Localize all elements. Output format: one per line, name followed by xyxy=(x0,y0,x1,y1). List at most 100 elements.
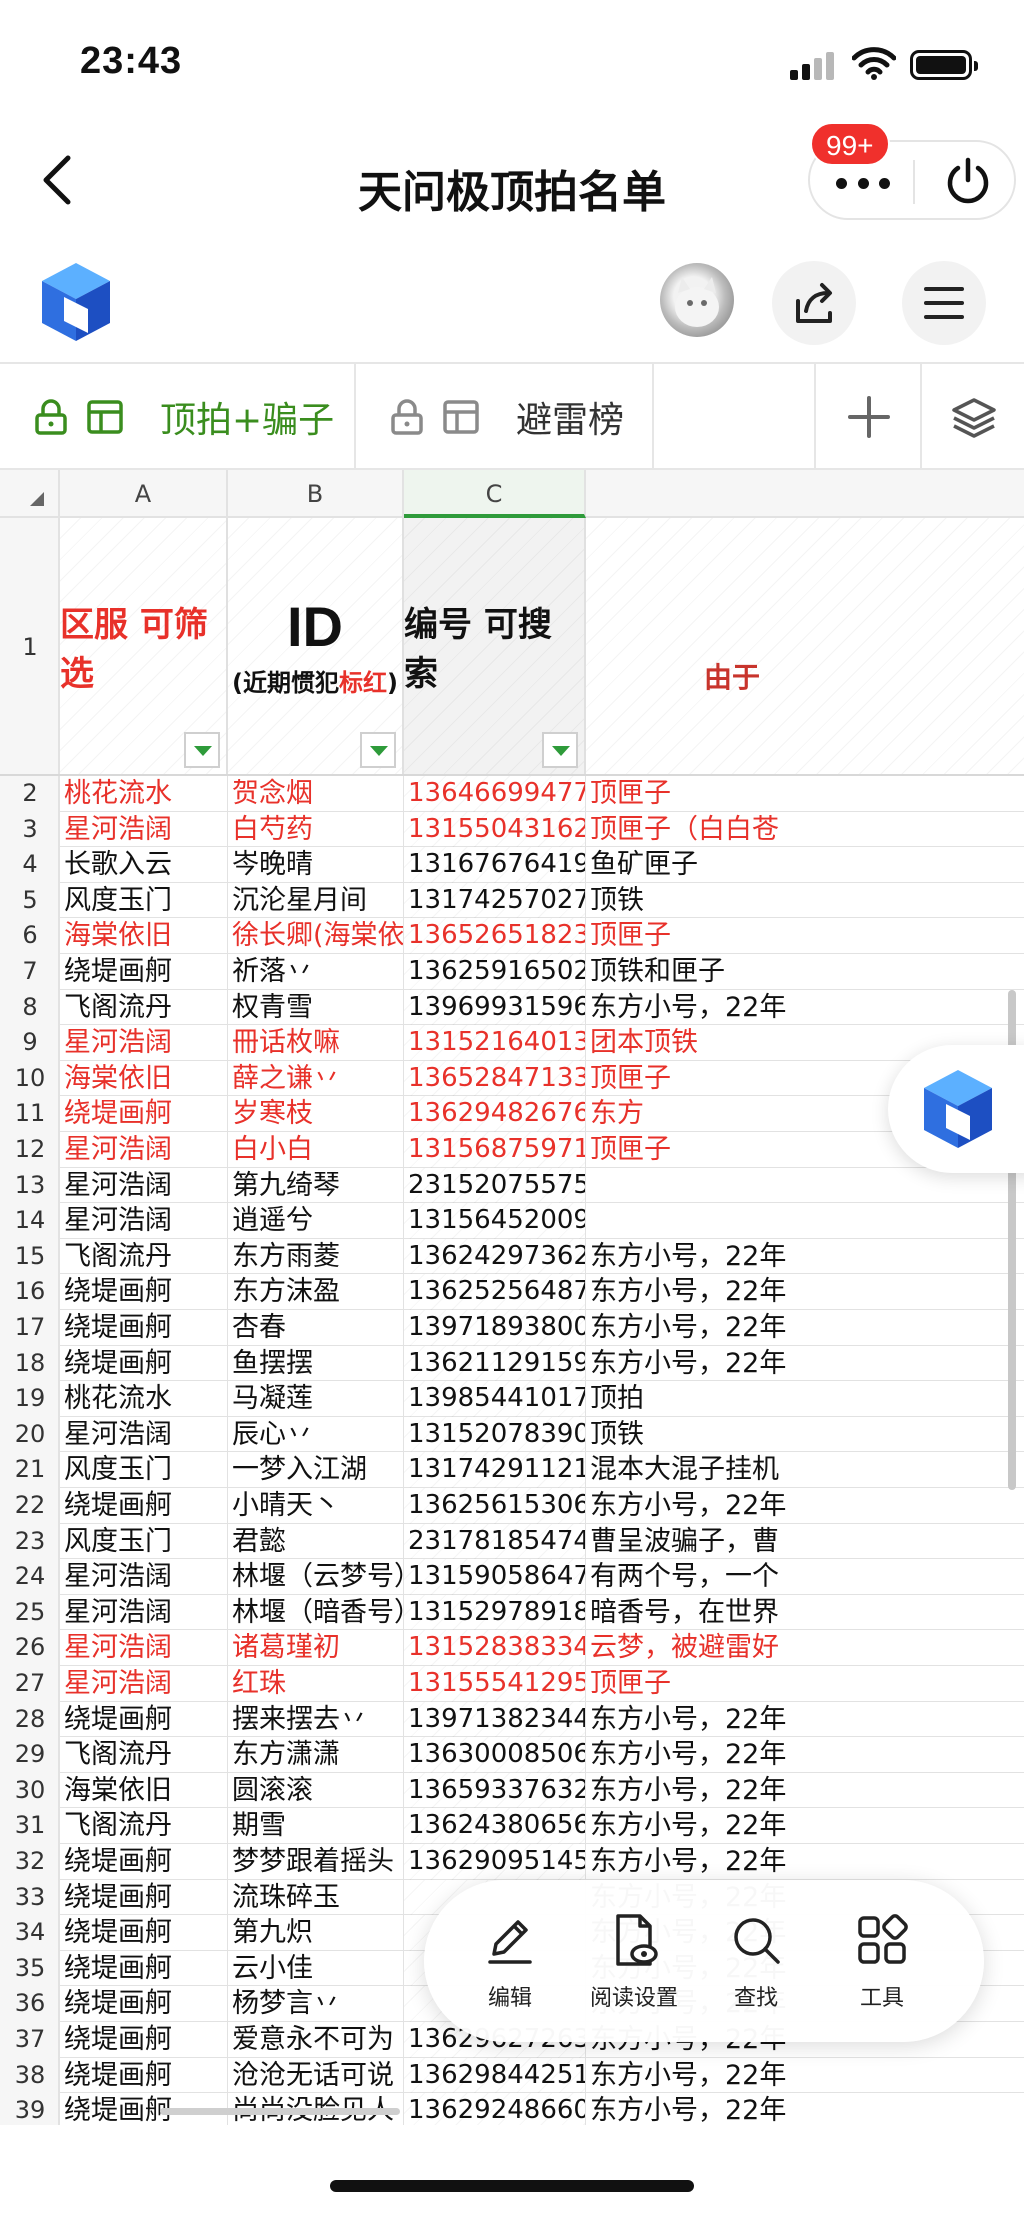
table-cell-code[interactable]: 23178185474 xyxy=(404,1523,586,1560)
table-cell-code[interactable]: 13646699477 xyxy=(404,776,586,812)
table-cell-id[interactable]: 白小白 xyxy=(228,1132,404,1168)
filter-dropdown-button[interactable] xyxy=(542,732,578,768)
row-number[interactable]: 36 xyxy=(0,1986,60,2022)
column-header-d[interactable] xyxy=(586,470,1024,518)
table-cell-region[interactable]: 星河浩阔 xyxy=(60,1167,228,1204)
table-cell-note[interactable]: 鱼矿匣子 xyxy=(586,847,1024,883)
table-cell-id[interactable]: 诸葛瑾初 xyxy=(228,1630,404,1666)
filter-dropdown-button[interactable] xyxy=(360,732,396,768)
table-cell-region[interactable]: 星河浩阔 xyxy=(60,1132,228,1168)
row-number[interactable]: 12 xyxy=(0,1132,60,1168)
table-cell-note[interactable] xyxy=(586,1203,1024,1239)
row-number[interactable]: 22 xyxy=(0,1488,60,1524)
table-cell-region[interactable]: 绕堤画舸 xyxy=(60,1986,228,2022)
row-number[interactable]: 27 xyxy=(0,1666,60,1702)
table-cell-note[interactable]: 东方小号，22年 xyxy=(586,2058,1024,2094)
table-cell-region[interactable]: 桃花流水 xyxy=(60,776,228,812)
table-cell-note[interactable]: 顶匣子 xyxy=(586,776,1024,812)
table-cell-region[interactable]: 绕堤画舸 xyxy=(60,1879,228,1916)
table-cell-region[interactable]: 风度玉门 xyxy=(60,882,228,919)
table-cell-note[interactable]: 顶匣子 xyxy=(586,1666,1024,1702)
table-cell-id[interactable]: 梦梦跟着摇头 xyxy=(228,1844,404,1880)
table-cell-code[interactable]: 13969931596 xyxy=(404,989,586,1026)
table-cell-region[interactable]: 海棠依旧 xyxy=(60,918,228,954)
table-cell-note[interactable]: 东方小号，22年 xyxy=(586,1310,1024,1346)
table-cell-id[interactable]: 岁寒枝 xyxy=(228,1096,404,1132)
table-cell-id[interactable]: 林堰（暗香号） xyxy=(228,1594,404,1631)
table-cell-code[interactable]: 13659337632 xyxy=(404,1772,586,1809)
table-cell-code[interactable]: 13629844251 xyxy=(404,2057,586,2094)
table-cell-code[interactable]: 13167676419 xyxy=(404,847,586,883)
table-cell-note[interactable]: 东方小号，22年 xyxy=(586,1274,1024,1310)
table-cell-region[interactable]: 绕堤画舸 xyxy=(60,1310,228,1346)
table-cell-region[interactable]: 海棠依旧 xyxy=(60,1772,228,1809)
table-cell-region[interactable]: 桃花流水 xyxy=(60,1381,228,1417)
table-cell-note[interactable]: 东方小号，22年 xyxy=(586,1737,1024,1773)
row-number[interactable]: 7 xyxy=(0,954,60,990)
row-number[interactable]: 17 xyxy=(0,1310,60,1346)
table-cell-note[interactable]: 云梦，被避雷好 xyxy=(586,1630,1024,1666)
header-cell-id[interactable]: ID (近期惯犯标红) xyxy=(228,518,404,774)
row-number[interactable]: 31 xyxy=(0,1808,60,1844)
row-number[interactable]: 11 xyxy=(0,1096,60,1132)
more-options-button[interactable] xyxy=(836,168,890,198)
table-cell-id[interactable]: 第九绮琴 xyxy=(228,1167,404,1204)
row-number[interactable]: 15 xyxy=(0,1239,60,1275)
table-cell-id[interactable]: 徐长卿(海棠依旧) xyxy=(228,918,404,954)
row-number[interactable]: 1 xyxy=(0,518,60,776)
table-cell-note[interactable]: 曹呈波骗子，曹 xyxy=(586,1524,1024,1560)
spreadsheet-grid[interactable]: A B C 1 2 3 4 5 6 7 8 9 10 11 12 13 14 15 16 17 18 19 20 21… xyxy=(0,470,1024,2125)
row-number[interactable]: 33 xyxy=(0,1880,60,1916)
table-cell-code[interactable]: 13652651823 xyxy=(404,918,586,954)
table-cell-code[interactable]: 13985441017 xyxy=(404,1381,586,1417)
table-cell-id[interactable]: 圆滚滚 xyxy=(228,1772,404,1809)
row-number[interactable]: 21 xyxy=(0,1452,60,1488)
table-cell-note[interactable]: 顶铁 xyxy=(586,883,1024,919)
table-cell-region[interactable]: 绕堤画舸 xyxy=(60,1096,228,1132)
table-cell-code[interactable]: 131521640137 xyxy=(404,1025,586,1061)
table-cell-code[interactable]: 13156452009 xyxy=(404,1203,586,1239)
table-cell-region[interactable]: 星河浩阔 xyxy=(60,1666,228,1702)
table-cell-code[interactable]: 13625256487 xyxy=(404,1274,586,1310)
table-cell-id[interactable]: 东方潇潇 xyxy=(228,1737,404,1773)
table-cell-region[interactable]: 星河浩阔 xyxy=(60,1203,228,1239)
table-cell-note[interactable]: 东方小号，22年 xyxy=(586,1702,1024,1738)
table-cell-id[interactable]: 红珠 xyxy=(228,1666,404,1702)
table-cell-region[interactable]: 海棠依旧 xyxy=(60,1060,228,1097)
row-number[interactable]: 20 xyxy=(0,1417,60,1453)
table-cell-code[interactable]: 13971382344 xyxy=(404,1701,586,1738)
table-cell-region[interactable]: 绕堤画舸 xyxy=(60,1701,228,1738)
table-cell-id[interactable]: 君懿 xyxy=(228,1523,404,1560)
select-all-corner[interactable] xyxy=(0,470,60,518)
menu-button[interactable] xyxy=(902,261,986,345)
table-cell-id[interactable]: 贺念烟 xyxy=(228,776,404,812)
table-cell-note[interactable]: 东方小号，22年 xyxy=(586,990,1024,1026)
table-cell-region[interactable]: 星河浩阔 xyxy=(60,811,228,848)
table-cell-note[interactable]: 顶拍 xyxy=(586,1381,1024,1417)
filter-dropdown-button[interactable] xyxy=(184,732,220,768)
table-cell-id[interactable]: 权青雪 xyxy=(228,989,404,1026)
row-number[interactable]: 25 xyxy=(0,1595,60,1631)
table-cell-code[interactable]: 13155541295 xyxy=(404,1666,586,1702)
row-number[interactable]: 28 xyxy=(0,1702,60,1738)
table-cell-code[interactable]: 13629095145 xyxy=(404,1844,586,1880)
table-cell-region[interactable]: 绕堤画舸 xyxy=(60,1915,228,1951)
table-cell-code[interactable]: 13624297362 xyxy=(404,1238,586,1275)
table-cell-id[interactable]: 沧沧无话可说 xyxy=(228,2057,404,2094)
table-cell-id[interactable]: 一梦入江湖 xyxy=(228,1452,404,1488)
table-cell-region[interactable]: 飞阁流丹 xyxy=(60,989,228,1026)
tools-button[interactable]: 工具 xyxy=(822,1910,942,2012)
table-cell-id[interactable]: 白芍药 xyxy=(228,811,404,848)
table-cell-note[interactable]: 有两个号，一个 xyxy=(586,1559,1024,1595)
table-cell-note[interactable]: 暗香号，在世界 xyxy=(586,1595,1024,1631)
row-number[interactable]: 10 xyxy=(0,1061,60,1097)
edit-button[interactable]: 编辑 xyxy=(450,1910,570,2012)
row-number[interactable]: 35 xyxy=(0,1951,60,1987)
table-cell-region[interactable]: 绕堤画舸 xyxy=(60,1844,228,1880)
table-cell-id[interactable]: 第九炽 xyxy=(228,1915,404,1951)
column-header-c[interactable]: C xyxy=(404,470,586,518)
table-cell-code[interactable]: 13152838334 xyxy=(404,1630,586,1666)
table-cell-id[interactable]: 爱意永不可为 xyxy=(228,2022,404,2058)
table-cell-region[interactable]: 绕堤画舸 xyxy=(60,2057,228,2094)
row-number[interactable]: 16 xyxy=(0,1274,60,1310)
